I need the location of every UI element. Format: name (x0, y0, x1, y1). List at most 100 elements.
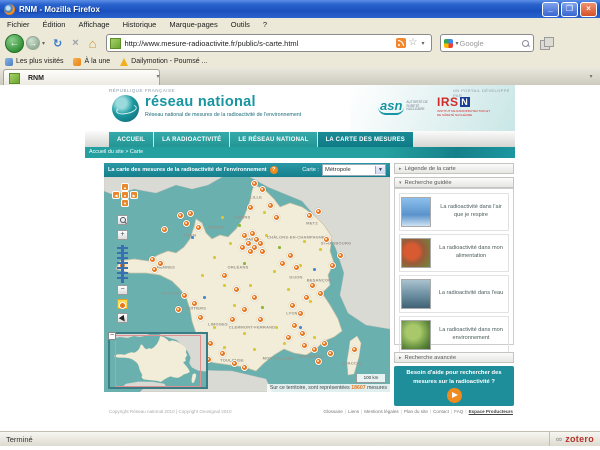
measure-marker[interactable] (191, 300, 198, 307)
asn-logo[interactable]: asn AUTORITÉ DE SÛRETÉ NUCLÉAIRE (378, 98, 432, 115)
measure-marker[interactable] (303, 294, 310, 301)
footer-link-liens[interactable]: Liens (348, 409, 364, 414)
measure-marker[interactable] (317, 290, 324, 297)
markers-toggle-button[interactable] (117, 299, 128, 309)
search-box[interactable]: ▾ Google (440, 34, 534, 52)
measure-marker[interactable] (251, 294, 258, 301)
minimize-button[interactable]: _ (542, 2, 559, 17)
measure-marker[interactable] (259, 186, 266, 193)
list-all-tabs-icon[interactable]: ▾ (585, 72, 597, 82)
zoom-slider-tick[interactable] (117, 277, 128, 279)
nav-tab-carte-des-mesures[interactable]: LA CARTE DES MESURES (318, 132, 413, 147)
measure-marker[interactable] (221, 272, 228, 279)
map-help-icon[interactable]: ? (270, 166, 278, 174)
measure-marker[interactable] (233, 286, 240, 293)
menu-edition[interactable]: Édition (43, 20, 66, 29)
irsn-logo[interactable]: IRS N INSTITUT DE RADIOPROTECTION ET DE … (437, 95, 492, 118)
search-input[interactable]: Google (460, 39, 521, 48)
measure-marker[interactable] (231, 360, 238, 367)
pointer-tool-button[interactable] (117, 313, 128, 323)
menu-fichier[interactable]: Fichier (7, 20, 30, 29)
measure-marker[interactable] (327, 350, 334, 357)
forward-button[interactable]: → (26, 36, 40, 50)
bookmark-most-visited[interactable]: Les plus visités (5, 58, 63, 66)
measure-marker[interactable] (181, 292, 188, 299)
measure-marker[interactable] (149, 256, 156, 263)
site-logo-title[interactable]: réseau national (145, 94, 256, 110)
measure-marker[interactable] (241, 364, 248, 371)
measure-marker[interactable] (291, 322, 298, 329)
help-video-box[interactable]: Besoin d'aide pour rechercher des mesure… (394, 366, 514, 406)
overview-viewport-rect[interactable] (115, 335, 201, 387)
measure-marker[interactable] (287, 252, 294, 259)
legend-accordion-header[interactable]: ▸ Légende de la carte (394, 163, 514, 174)
measure-marker[interactable] (177, 212, 184, 219)
measure-marker[interactable] (301, 342, 308, 349)
measure-marker[interactable] (195, 224, 202, 231)
measure-marker[interactable] (241, 232, 248, 239)
menu-historique[interactable]: Historique (123, 20, 157, 29)
zoom-slider-tick[interactable] (117, 272, 128, 274)
measure-marker[interactable] (306, 212, 313, 219)
measure-marker[interactable] (175, 306, 182, 313)
measure-marker[interactable] (315, 358, 322, 365)
measure-marker[interactable] (161, 226, 168, 233)
measure-marker[interactable] (197, 314, 204, 321)
stop-icon[interactable]: × (72, 37, 78, 49)
map-canvas[interactable]: LILLEAMIENSROUENCAENPARISCHÂLONS-EN-CHAM… (104, 177, 390, 392)
measure-marker[interactable] (157, 260, 164, 267)
menu-marque-pages[interactable]: Marque-pages (169, 20, 217, 29)
back-button[interactable]: ← (5, 34, 24, 53)
measure-marker[interactable] (187, 210, 194, 217)
measure-marker[interactable] (337, 252, 344, 259)
bookmark-star-icon[interactable]: ☆ (409, 38, 418, 48)
measure-marker[interactable] (183, 220, 190, 227)
measure-marker[interactable] (323, 236, 330, 243)
bookmark-dailymotion[interactable]: Dailymotion - Poumsé ... (120, 58, 207, 66)
advanced-search-accordion-header[interactable]: ▸ Recherche avancée (394, 352, 514, 363)
footer-link-contact[interactable]: Contact (433, 409, 454, 414)
measure-marker[interactable] (309, 282, 316, 289)
zoom-box-tool-button[interactable] (117, 215, 128, 225)
measure-marker[interactable] (219, 350, 226, 357)
chevron-down-icon[interactable]: ▼ (375, 166, 385, 174)
measure-marker[interactable] (273, 214, 280, 221)
measure-marker[interactable] (351, 346, 358, 353)
history-dropdown-icon[interactable]: ▾ (42, 40, 45, 47)
zoom-in-button[interactable]: + (117, 230, 128, 240)
menu-help[interactable]: ? (263, 20, 267, 29)
nav-tab-reseau-national[interactable]: LE RÉSEAU NATIONAL (230, 132, 316, 147)
measure-marker[interactable] (289, 302, 296, 309)
guided-item-eau[interactable]: La radioactivité dans l'eau (399, 275, 509, 313)
measure-marker[interactable] (315, 208, 322, 215)
google-icon[interactable] (444, 39, 453, 48)
pan-right-button[interactable]: ▶ (130, 191, 138, 199)
zotero-zone[interactable]: ∞ zotero (549, 432, 600, 446)
measure-marker[interactable] (229, 316, 236, 323)
extension-button-icon[interactable] (540, 37, 553, 49)
measure-marker[interactable] (297, 310, 304, 317)
measure-marker[interactable] (247, 248, 254, 255)
close-button[interactable]: × (580, 2, 597, 17)
measure-marker[interactable] (241, 306, 248, 313)
measure-marker[interactable] (321, 340, 328, 347)
measure-marker[interactable] (239, 244, 246, 251)
carte-select[interactable]: Métropole ▼ (322, 164, 386, 176)
restore-button[interactable]: ❐ (561, 2, 578, 17)
measure-marker[interactable] (299, 330, 306, 337)
pan-down-button[interactable]: ▼ (121, 199, 129, 207)
zoom-out-button[interactable]: − (117, 285, 128, 295)
measure-marker[interactable] (329, 262, 336, 269)
home-icon[interactable]: ⌂ (89, 36, 97, 51)
guided-item-environnement[interactable]: La radioactivité dans mon environnement (399, 316, 509, 354)
tab-scroll-button[interactable]: ▾ (152, 72, 164, 82)
play-button[interactable] (447, 388, 462, 403)
measure-marker[interactable] (257, 316, 264, 323)
footer-link-glossaire[interactable]: Glossaire (323, 409, 348, 414)
url-bar[interactable]: http://www.mesure-radioactivite.fr/publi… (106, 34, 432, 52)
zotero-label[interactable]: zotero (565, 434, 594, 444)
url-text[interactable]: http://www.mesure-radioactivite.fr/publi… (125, 39, 396, 48)
tab-rnm[interactable]: RNM (3, 69, 160, 86)
breadcrumb[interactable]: Accueil du site > Carte (89, 149, 143, 155)
measure-marker[interactable] (311, 346, 318, 353)
